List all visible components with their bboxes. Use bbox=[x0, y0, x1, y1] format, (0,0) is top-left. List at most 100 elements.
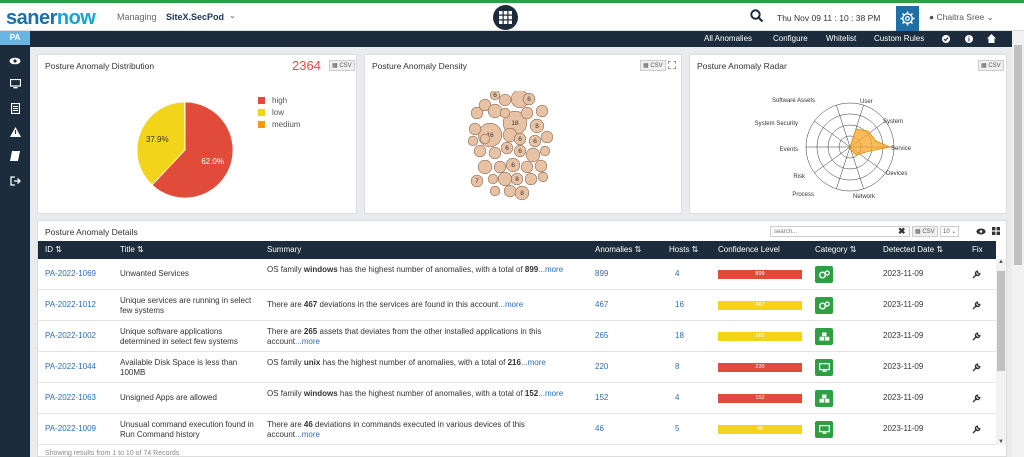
row-id-link[interactable]: PA-2022-1012 bbox=[45, 300, 96, 310]
table-row[interactable]: PA-2022-1069 Unwanted Services OS family w… bbox=[38, 259, 996, 290]
monitor-icon[interactable] bbox=[8, 78, 22, 90]
csv-button[interactable]: ▦ CSV bbox=[329, 60, 355, 71]
col-anomalies[interactable]: Anomalies ⇅ bbox=[595, 245, 641, 254]
wrench-icon[interactable] bbox=[972, 425, 981, 434]
density-bubble[interactable] bbox=[487, 173, 499, 185]
col-detected-date[interactable]: Detected Date ⇅ bbox=[883, 245, 943, 254]
user-menu[interactable]: ● Chaitra Sree ⌄ bbox=[929, 12, 994, 23]
density-bubble[interactable] bbox=[524, 172, 538, 186]
category-button[interactable] bbox=[815, 421, 833, 438]
category-button[interactable] bbox=[815, 328, 833, 345]
row-anomalies-link[interactable]: 152 bbox=[595, 393, 608, 403]
page-size-select[interactable]: 10 ⌄ bbox=[940, 226, 960, 237]
row-hosts-link[interactable]: 4 bbox=[675, 393, 679, 403]
table-row[interactable]: PA-2022-1012 Unique services are running … bbox=[38, 290, 996, 321]
density-bubble[interactable] bbox=[498, 93, 512, 107]
category-button[interactable] bbox=[815, 266, 833, 283]
row-id-link[interactable]: PA-2022-1002 bbox=[45, 331, 96, 341]
table-row[interactable]: PA-2022-1044 Available Disk Space is less… bbox=[38, 352, 996, 383]
info-icon[interactable] bbox=[965, 35, 973, 43]
grid-view-icon[interactable] bbox=[992, 227, 1000, 235]
wrench-icon[interactable] bbox=[972, 270, 981, 279]
eye-icon[interactable] bbox=[976, 228, 986, 235]
density-bubble[interactable] bbox=[534, 159, 548, 173]
row-anomalies-link[interactable]: 220 bbox=[595, 362, 608, 372]
density-bubble[interactable] bbox=[535, 104, 549, 118]
nav-all-anomalies[interactable]: All Anomalies bbox=[704, 34, 752, 43]
report-icon[interactable] bbox=[8, 102, 22, 114]
csv-button[interactable]: ▦ CSV bbox=[978, 60, 1004, 71]
category-button[interactable] bbox=[815, 359, 833, 376]
density-bubble[interactable] bbox=[487, 103, 503, 119]
table-row[interactable]: PA-2022-1009 Unusual command execution fo… bbox=[38, 414, 996, 445]
density-bubble[interactable] bbox=[499, 107, 511, 119]
row-hosts-link[interactable]: 4 bbox=[675, 269, 679, 279]
settings-button[interactable] bbox=[896, 6, 919, 31]
density-bubble[interactable] bbox=[537, 171, 549, 183]
search-input[interactable] bbox=[770, 226, 910, 237]
col-confidence[interactable]: Confidence Level bbox=[718, 245, 780, 254]
site-selector[interactable]: SiteX.SecPod bbox=[166, 12, 224, 22]
more-link[interactable]: more bbox=[302, 337, 320, 346]
more-link[interactable]: more bbox=[545, 265, 563, 274]
row-anomalies-link[interactable]: 46 bbox=[595, 424, 604, 434]
density-bubble[interactable] bbox=[520, 160, 534, 174]
expand-icon[interactable] bbox=[668, 61, 676, 69]
density-bubble[interactable] bbox=[525, 147, 541, 163]
table-row[interactable]: PA-2022-1002 Unique software applications… bbox=[38, 321, 996, 352]
search-icon[interactable] bbox=[750, 9, 764, 23]
density-bubble[interactable] bbox=[503, 184, 517, 198]
page-scrollbar[interactable] bbox=[1012, 31, 1024, 457]
sidebar-tab-pa[interactable]: PA bbox=[0, 31, 30, 45]
apps-grid-button[interactable] bbox=[493, 5, 518, 30]
clear-search-icon[interactable]: ✖ bbox=[898, 226, 906, 237]
col-category[interactable]: Category ⇅ bbox=[815, 245, 856, 254]
density-bubble[interactable] bbox=[520, 106, 534, 120]
home-icon[interactable] bbox=[987, 34, 996, 43]
density-bubble[interactable] bbox=[468, 122, 482, 136]
density-bubble[interactable] bbox=[477, 159, 493, 175]
logo[interactable]: sanernow bbox=[6, 7, 96, 30]
wrench-icon[interactable] bbox=[972, 363, 981, 372]
table-scrollbar[interactable]: ▲ ▼ bbox=[996, 259, 1006, 445]
check-circle-icon[interactable] bbox=[942, 35, 950, 43]
category-button[interactable] bbox=[815, 297, 833, 314]
nav-whitelist[interactable]: Whitelist bbox=[826, 34, 856, 43]
wrench-icon[interactable] bbox=[972, 394, 981, 403]
density-bubble[interactable] bbox=[539, 145, 551, 157]
legend-item-medium[interactable]: medium bbox=[258, 120, 300, 129]
col-hosts[interactable]: Hosts ⇅ bbox=[669, 245, 698, 254]
density-bubble[interactable] bbox=[488, 146, 502, 160]
more-link[interactable]: more bbox=[528, 358, 546, 367]
wrench-icon[interactable] bbox=[972, 332, 981, 341]
legend-item-low[interactable]: low bbox=[258, 108, 284, 117]
nav-custom-rules[interactable]: Custom Rules bbox=[874, 34, 924, 43]
csv-button[interactable]: ▦ CSV bbox=[640, 60, 666, 71]
table-row[interactable]: PA-2022-1063 Unsigned Apps are allowed OS … bbox=[38, 383, 996, 414]
col-summary[interactable]: Summary bbox=[267, 245, 301, 254]
row-id-link[interactable]: PA-2022-1009 bbox=[45, 424, 96, 434]
density-bubble[interactable] bbox=[540, 130, 554, 144]
nav-configure[interactable]: Configure bbox=[773, 34, 808, 43]
row-id-link[interactable]: PA-2022-1069 bbox=[45, 269, 96, 279]
row-id-link[interactable]: PA-2022-1044 bbox=[45, 362, 96, 372]
more-link[interactable]: more bbox=[505, 300, 523, 309]
row-hosts-link[interactable]: 16 bbox=[675, 300, 684, 310]
row-anomalies-link[interactable]: 899 bbox=[595, 269, 608, 279]
eye-icon[interactable] bbox=[8, 55, 22, 67]
more-link[interactable]: more bbox=[302, 430, 320, 439]
row-anomalies-link[interactable]: 467 bbox=[595, 300, 608, 310]
book-icon[interactable] bbox=[8, 150, 22, 162]
legend-item-high[interactable]: high bbox=[258, 96, 287, 105]
logout-icon[interactable] bbox=[8, 175, 22, 187]
density-bubble[interactable] bbox=[467, 135, 479, 147]
row-hosts-link[interactable]: 8 bbox=[675, 362, 679, 372]
chevron-down-icon[interactable]: ⌄ bbox=[229, 11, 236, 20]
wrench-icon[interactable] bbox=[972, 301, 981, 310]
warning-icon[interactable] bbox=[8, 126, 22, 138]
row-anomalies-link[interactable]: 265 bbox=[595, 331, 608, 341]
row-hosts-link[interactable]: 18 bbox=[675, 331, 684, 341]
row-id-link[interactable]: PA-2022-1063 bbox=[45, 393, 96, 403]
density-bubble[interactable] bbox=[479, 133, 491, 145]
category-button[interactable] bbox=[815, 390, 833, 407]
